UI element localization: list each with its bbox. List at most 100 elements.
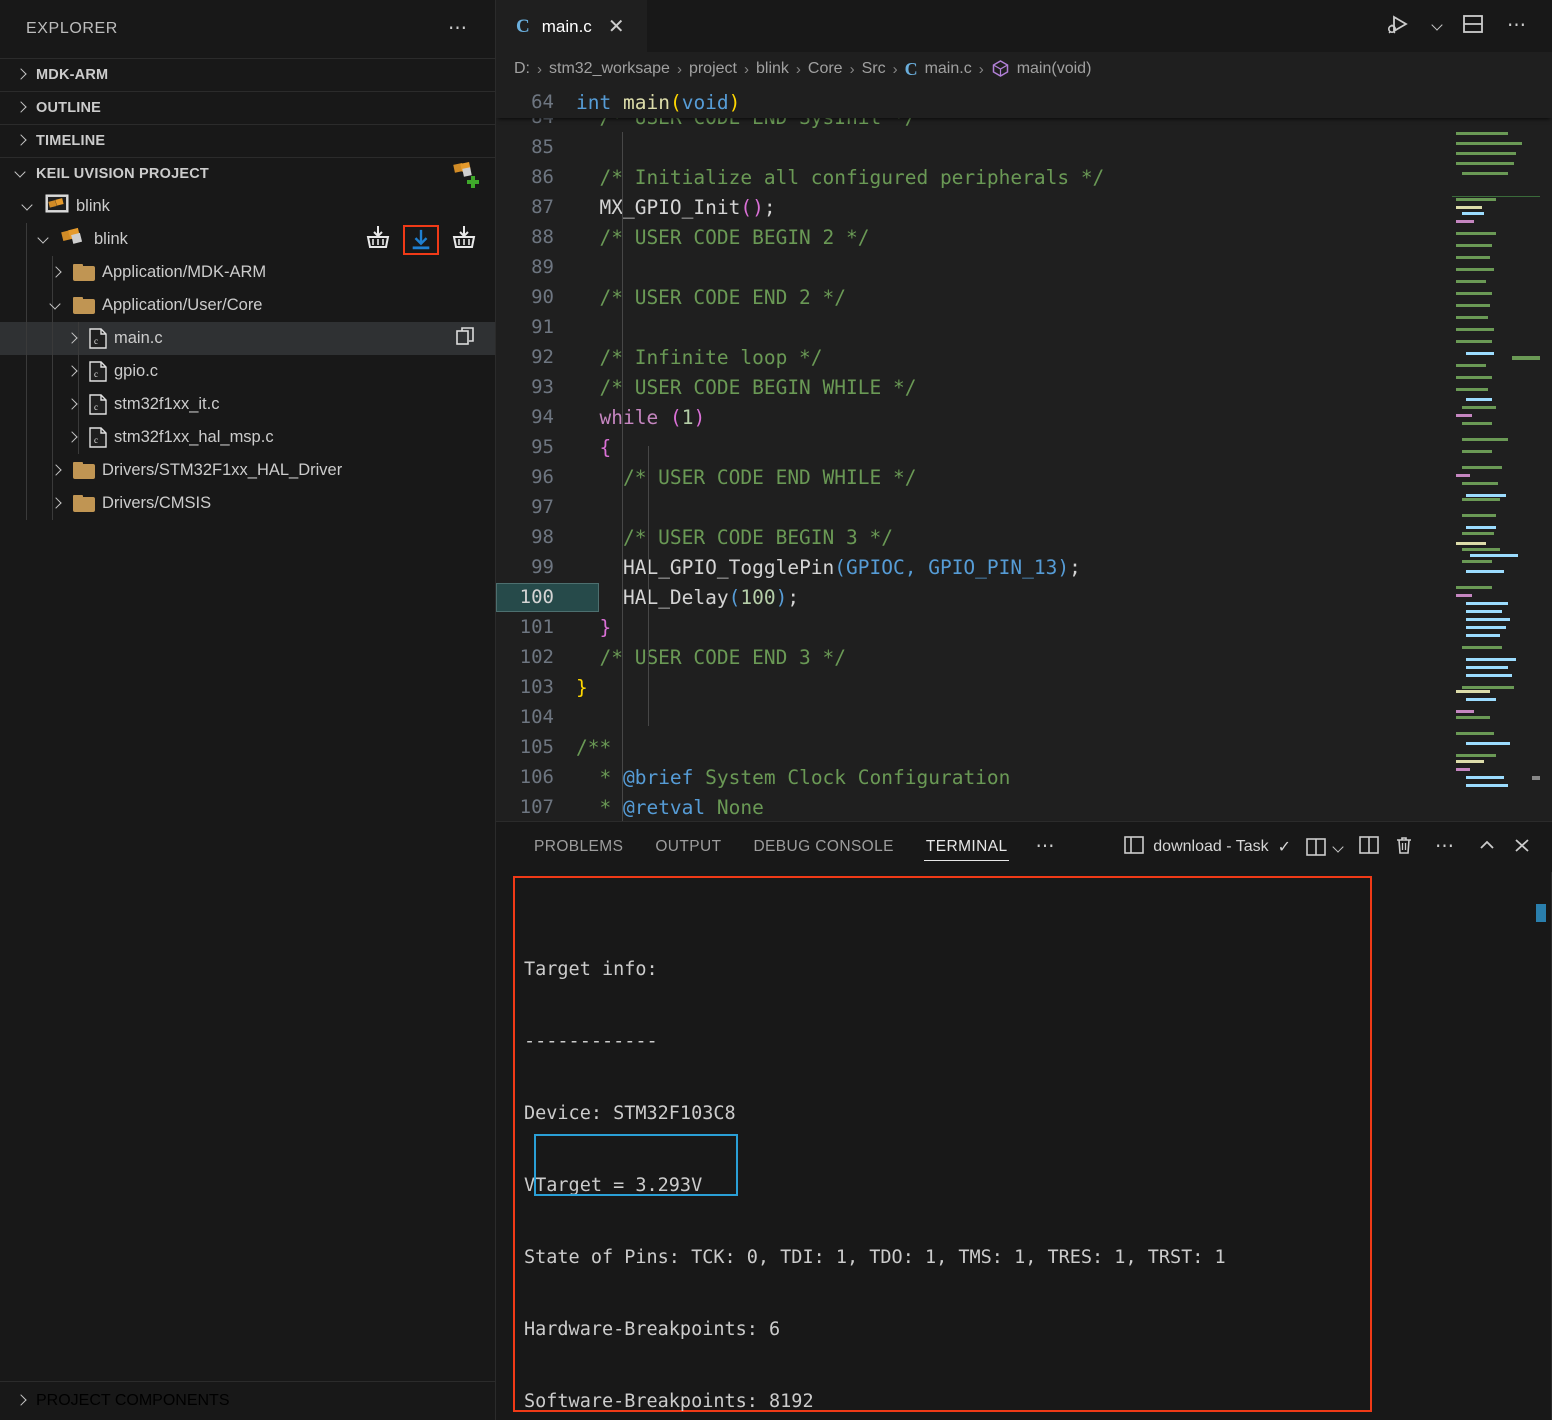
tree-item-main-c[interactable]: c main.c xyxy=(0,322,495,355)
tree-item-label: stm32f1xx_hal_msp.c xyxy=(114,428,274,446)
line-text: MX_GPIO_Init(); xyxy=(599,195,776,219)
terminal[interactable]: Target info: ------------ Device: STM32F… xyxy=(496,872,1552,1420)
code-line: 96 /* USER CODE END WHILE */ xyxy=(496,462,1552,492)
terminal-line: Hardware-Breakpoints: 6 xyxy=(524,1319,781,1340)
code-line: 101 } xyxy=(496,612,1552,642)
breadcrumb-item-drive[interactable]: D: xyxy=(514,60,530,78)
split-terminal-icon[interactable] xyxy=(1359,835,1379,859)
tree-item-gpio-c[interactable]: c gpio.c xyxy=(0,355,495,388)
line-number: 99 xyxy=(531,556,554,578)
tree-item-label: blink xyxy=(76,197,110,215)
indent-guide xyxy=(648,446,649,726)
add-project-icon[interactable] xyxy=(451,162,481,193)
section-label: PROJECT COMPONENTS xyxy=(36,1392,230,1409)
sidebar-item-outline[interactable]: OUTLINE xyxy=(0,91,495,124)
chevron-right-icon[interactable] xyxy=(62,330,82,348)
sidebar-more-icon[interactable]: ⋯ xyxy=(442,19,475,38)
sidebar-item-project-components[interactable]: PROJECT COMPONENTS xyxy=(0,1381,495,1420)
chevron-right-icon[interactable] xyxy=(62,363,82,381)
sidebar: EXPLORER ⋯ MDK-ARM OUTLINE TIMELINE KEIL… xyxy=(0,0,496,1420)
sticky-scroll-line[interactable]: 64 int main(void) xyxy=(496,86,1552,118)
chevron-down-icon[interactable] xyxy=(18,198,38,216)
breadcrumb-item-workspace[interactable]: stm32_worksape xyxy=(549,60,670,78)
kill-terminal-icon[interactable] xyxy=(1394,835,1414,860)
line-number: 106 xyxy=(519,766,554,788)
folder-icon xyxy=(73,495,95,512)
tree-item-drivers-hal[interactable]: Drivers/STM32F1xx_HAL_Driver xyxy=(0,454,495,487)
tab-terminal[interactable]: TERMINAL xyxy=(910,822,1024,872)
line-text: } xyxy=(576,675,588,699)
run-and-debug-icon[interactable] xyxy=(1387,12,1413,41)
download-icon[interactable] xyxy=(403,224,439,255)
line-text: /* USER CODE END WHILE */ xyxy=(576,465,917,489)
breadcrumb-item-symbol[interactable]: main(void) xyxy=(1017,60,1092,78)
target-actions xyxy=(365,224,477,255)
line-number: 104 xyxy=(519,706,554,728)
tree-item-stm32f1xx-it-c[interactable]: c stm32f1xx_it.c xyxy=(0,388,495,421)
chevron-right-icon[interactable] xyxy=(46,462,66,480)
editor-more-icon[interactable]: ⋯ xyxy=(1501,16,1534,35)
tree-item-label: Drivers/CMSIS xyxy=(102,494,212,512)
breadcrumb-item-src[interactable]: Src xyxy=(862,60,886,78)
breadcrumb-item-core[interactable]: Core xyxy=(808,60,843,78)
line-number: 103 xyxy=(519,676,554,698)
sidebar-item-keil-uvision-project[interactable]: KEIL UVISION PROJECT xyxy=(0,157,495,190)
check-icon: ✓ xyxy=(1277,839,1291,856)
chevron-down-icon[interactable] xyxy=(34,231,54,249)
workbench: EXPLORER ⋯ MDK-ARM OUTLINE TIMELINE KEIL… xyxy=(0,0,1552,1420)
c-file-icon: c xyxy=(89,394,107,415)
tab-problems[interactable]: PROBLEMS xyxy=(518,822,639,872)
chevron-right-icon[interactable] xyxy=(62,429,82,447)
close-icon[interactable]: ✕ xyxy=(604,17,629,37)
section-label: MDK-ARM xyxy=(36,67,109,83)
line-number: 105 xyxy=(519,736,554,758)
line-number: 94 xyxy=(531,406,554,428)
split-terminal-dropdown-icon[interactable] xyxy=(1306,838,1344,856)
line-text: /* USER CODE BEGIN 3 */ xyxy=(576,525,893,549)
tree-item-application-mdk-arm[interactable]: Application/MDK-ARM xyxy=(0,256,495,289)
chevron-right-icon[interactable] xyxy=(62,396,82,414)
tab-label: TERMINAL xyxy=(925,838,1008,855)
chevron-right-icon[interactable] xyxy=(46,264,66,282)
code-line: 103 } xyxy=(496,672,1552,702)
tree-item-drivers-cmsis[interactable]: Drivers/CMSIS xyxy=(0,487,495,520)
tab-debug-console[interactable]: DEBUG CONSOLE xyxy=(737,822,909,872)
tab-output[interactable]: OUTPUT xyxy=(639,822,737,872)
chevron-right-icon: › xyxy=(676,60,682,78)
split-editor-down-icon[interactable] xyxy=(1461,12,1485,41)
tree-item-stm32f1xx-hal-msp-c[interactable]: c stm32f1xx_hal_msp.c xyxy=(0,421,495,454)
sidebar-item-mdk-arm[interactable]: MDK-ARM xyxy=(0,58,495,91)
svg-text:c: c xyxy=(94,336,98,346)
tree-item-blink-target[interactable]: blink xyxy=(0,223,495,256)
line-text: HAL_GPIO_TogglePin(GPIOC, GPIO_PIN_13); xyxy=(622,555,1081,579)
chevron-right-icon: › xyxy=(743,60,749,78)
terminal-task-entry[interactable]: download - Task ✓ xyxy=(1124,835,1291,859)
chevron-down-icon[interactable] xyxy=(46,297,66,315)
sidebar-item-timeline[interactable]: TIMELINE xyxy=(0,124,495,157)
minimap[interactable] xyxy=(1452,86,1540,821)
panel-tabs-more-icon[interactable]: ⋯ xyxy=(1023,837,1068,856)
tab-main-c[interactable]: C main.c ✕ xyxy=(496,0,647,52)
line-text: /* USER CODE END 3 */ xyxy=(576,645,847,669)
code-line: 93 /* USER CODE BEGIN WHILE */ xyxy=(496,372,1552,402)
svg-text:c: c xyxy=(94,435,98,445)
chevron-down-icon[interactable] xyxy=(1429,18,1445,34)
breadcrumb-item-project[interactable]: project xyxy=(689,60,737,78)
breadcrumb-item-blink[interactable]: blink xyxy=(756,60,789,78)
chevron-right-icon[interactable] xyxy=(46,495,66,513)
line-number: 64 xyxy=(531,91,554,113)
tree-item-blink-project[interactable]: blink xyxy=(0,190,495,223)
panel-more-icon[interactable]: ⋯ xyxy=(1429,837,1462,856)
code-editor[interactable]: 84 /* USER CODE END SysInit */ 85 86 /* … xyxy=(496,86,1552,821)
rebuild-icon[interactable] xyxy=(451,224,477,255)
tree-item-application-user-core[interactable]: Application/User/Core xyxy=(0,289,495,322)
line-number: 95 xyxy=(531,436,554,458)
close-panel-icon[interactable] xyxy=(1512,836,1532,859)
code-line: 87 MX_GPIO_Init(); xyxy=(496,192,1552,222)
code-line: 90 /* USER CODE END 2 */ xyxy=(496,282,1552,312)
chevron-right-icon xyxy=(12,1392,30,1410)
collapse-panel-icon[interactable] xyxy=(1477,836,1497,859)
breadcrumb-item-file[interactable]: main.c xyxy=(925,60,972,78)
build-icon[interactable] xyxy=(365,224,391,255)
copy-icon[interactable] xyxy=(455,325,477,352)
